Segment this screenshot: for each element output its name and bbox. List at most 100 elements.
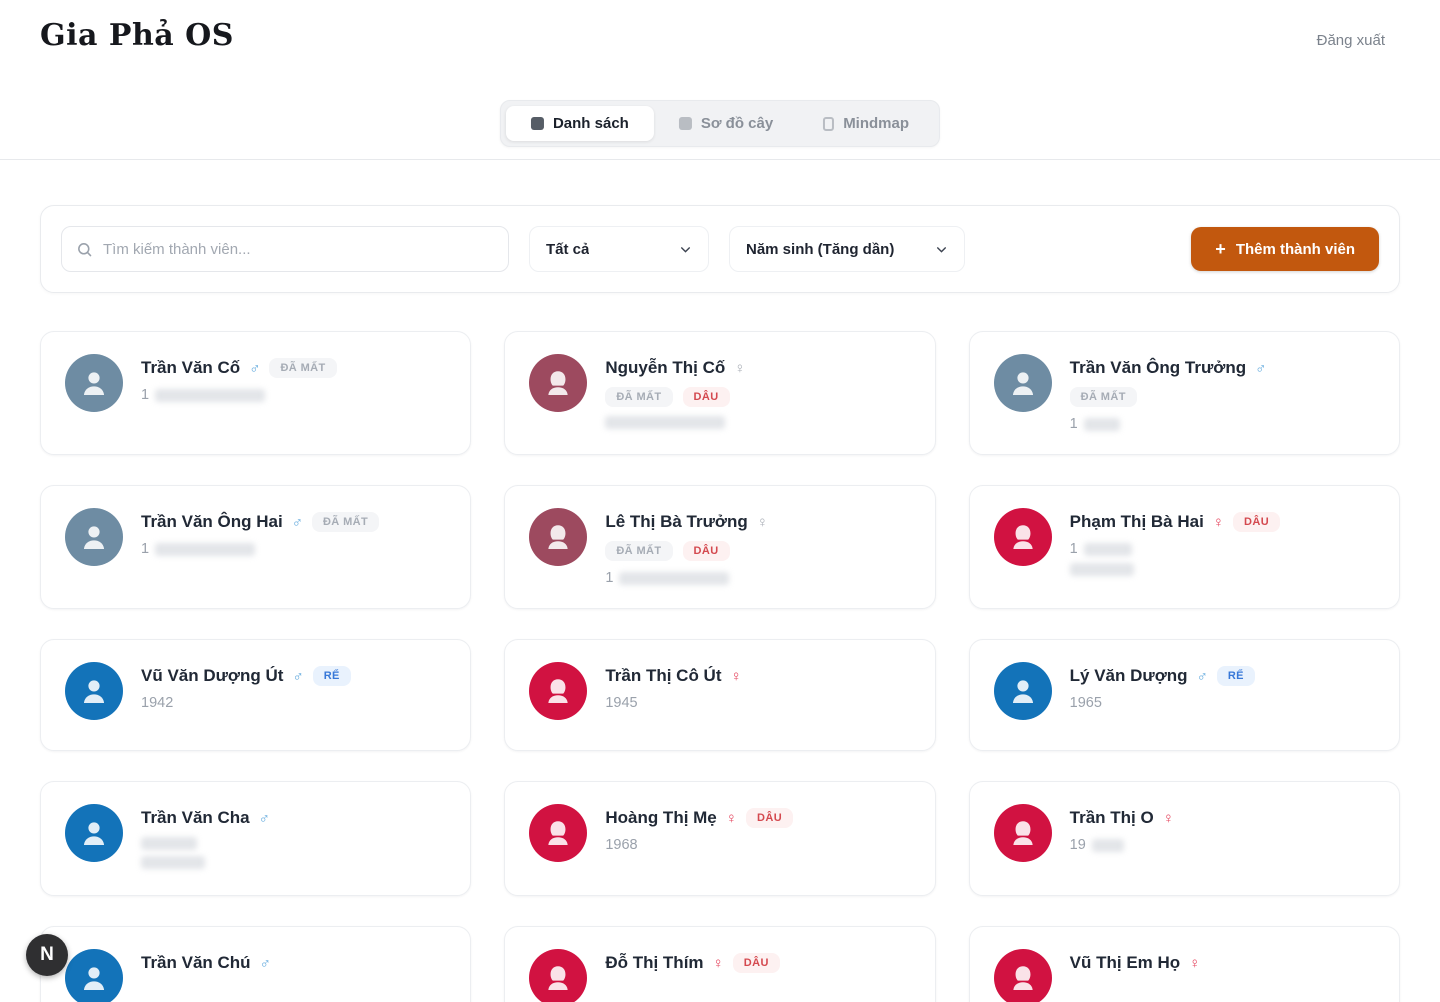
member-name-row: Trần Thị Cô Út ♀ bbox=[605, 666, 910, 686]
member-name-row: Trần Văn Cố ♂ ĐÃ MẤT bbox=[141, 358, 446, 378]
member-name: Lê Thị Bà Trưởng bbox=[605, 512, 747, 532]
member-years bbox=[605, 416, 910, 429]
male-avatar-icon bbox=[1007, 367, 1039, 399]
add-member-label: Thêm thành viên bbox=[1236, 241, 1355, 258]
member-card[interactable]: Hoàng Thị Mẹ ♀ DÂU 1968 bbox=[504, 781, 935, 896]
member-info: Đỗ Thị Thím ♀ DÂU bbox=[605, 949, 910, 1002]
plus-icon: + bbox=[1215, 240, 1226, 258]
member-name: Trần Thị Cô Út bbox=[605, 666, 721, 686]
member-card[interactable]: Lý Văn Dượng ♂ RỂ 1965 bbox=[969, 639, 1400, 751]
status-badge: RỂ bbox=[1217, 666, 1255, 686]
inline-badges: DÂU bbox=[746, 808, 793, 828]
member-card[interactable]: Trần Văn Chú ♂ bbox=[40, 926, 471, 1002]
mindmap-icon bbox=[823, 117, 834, 131]
member-years: 1968 bbox=[605, 837, 910, 853]
floating-badge-n[interactable]: N bbox=[26, 934, 68, 976]
member-info: Trần Văn Ông Hai ♂ ĐÃ MẤT 1 bbox=[141, 508, 446, 586]
gender-icon: ♂ bbox=[260, 956, 271, 971]
gender-icon: ♂ bbox=[259, 811, 270, 826]
member-card[interactable]: Trần Thị O ♀ 19 bbox=[969, 781, 1400, 896]
member-years: 1942 bbox=[141, 695, 446, 711]
status-badge: ĐÃ MẤT bbox=[312, 512, 379, 532]
member-name-row: Đỗ Thị Thím ♀ DÂU bbox=[605, 953, 910, 973]
redacted-year-block bbox=[1084, 418, 1120, 431]
female-avatar-icon bbox=[1007, 521, 1039, 553]
member-years: 1 bbox=[141, 387, 446, 403]
female-avatar-icon bbox=[542, 367, 574, 399]
avatar bbox=[994, 662, 1052, 720]
member-card[interactable]: Trần Văn Ông Trưởng ♂ ĐÃ MẤT 1 bbox=[969, 331, 1400, 455]
member-name-row: Trần Văn Chú ♂ bbox=[141, 953, 446, 973]
status-badge: ĐÃ MẤT bbox=[605, 541, 672, 561]
member-name: Trần Văn Ông Trưởng bbox=[1070, 358, 1246, 378]
status-badges: ĐÃ MẤTDÂU bbox=[605, 387, 910, 407]
tab-mindmap[interactable]: Mindmap bbox=[798, 106, 934, 141]
app-header: Gia Phả OS Đăng xuất Danh sách Sơ đồ cây… bbox=[0, 0, 1440, 160]
status-badge: ĐÃ MẤT bbox=[269, 358, 336, 378]
redacted-year-block bbox=[1092, 839, 1124, 852]
logout-link[interactable]: Đăng xuất bbox=[1317, 32, 1385, 49]
member-card[interactable]: Trần Văn Ông Hai ♂ ĐÃ MẤT 1 bbox=[40, 485, 471, 609]
gender-icon: ♂ bbox=[1255, 361, 1266, 376]
tab-danh-sach[interactable]: Danh sách bbox=[506, 106, 654, 141]
relation-filter-dropdown[interactable]: Tất cả bbox=[529, 226, 709, 272]
search-icon bbox=[76, 241, 93, 258]
member-card[interactable]: Trần Văn Cố ♂ ĐÃ MẤT 1 bbox=[40, 331, 471, 455]
member-card[interactable]: Nguyễn Thị Cố ♀ ĐÃ MẤTDÂU bbox=[504, 331, 935, 455]
inline-badges: ĐÃ MẤT bbox=[269, 358, 336, 378]
member-name-row: Lê Thị Bà Trưởng ♀ bbox=[605, 512, 910, 532]
member-name-row: Trần Văn Ông Trưởng ♂ bbox=[1070, 358, 1375, 378]
add-member-button[interactable]: + Thêm thành viên bbox=[1191, 227, 1379, 271]
member-name-row: Phạm Thị Bà Hai ♀ DÂU bbox=[1070, 512, 1375, 532]
avatar bbox=[65, 949, 123, 1002]
avatar bbox=[529, 949, 587, 1002]
gender-icon: ♀ bbox=[734, 361, 745, 376]
gender-icon: ♀ bbox=[757, 515, 768, 530]
member-info: Vũ Thị Em Họ ♀ bbox=[1070, 949, 1375, 1002]
member-years: 1 bbox=[605, 570, 910, 586]
member-card[interactable]: Phạm Thị Bà Hai ♀ DÂU 1 bbox=[969, 485, 1400, 609]
gender-icon: ♂ bbox=[292, 669, 303, 684]
member-card[interactable]: Vũ Văn Dượng Út ♂ RỂ 1942 bbox=[40, 639, 471, 751]
member-name-row: Vũ Văn Dượng Út ♂ RỂ bbox=[141, 666, 446, 686]
member-info: Trần Văn Chú ♂ bbox=[141, 949, 446, 1002]
gender-icon: ♂ bbox=[249, 361, 260, 376]
status-badge: RỂ bbox=[313, 666, 351, 686]
redacted-year-block bbox=[155, 543, 255, 556]
member-years: 1 bbox=[1070, 416, 1375, 432]
female-avatar-icon bbox=[542, 521, 574, 553]
male-avatar-icon bbox=[78, 367, 110, 399]
sort-filter-dropdown[interactable]: Năm sinh (Tăng dần) bbox=[729, 226, 965, 272]
member-years: 1 bbox=[141, 541, 446, 557]
member-name: Trần Văn Cố bbox=[141, 358, 240, 378]
avatar bbox=[65, 354, 123, 412]
redacted-year-block bbox=[605, 416, 725, 429]
search-input[interactable] bbox=[103, 241, 494, 258]
member-card[interactable]: Đỗ Thị Thím ♀ DÂU bbox=[504, 926, 935, 1002]
member-card[interactable]: Vũ Thị Em Họ ♀ bbox=[969, 926, 1400, 1002]
member-years: 1 bbox=[1070, 541, 1375, 580]
member-name: Hoàng Thị Mẹ bbox=[605, 808, 716, 828]
tab-label: Danh sách bbox=[553, 115, 629, 132]
member-name: Trần Thị O bbox=[1070, 808, 1154, 828]
male-avatar-icon bbox=[78, 962, 110, 994]
member-card[interactable]: Trần Văn Cha ♂ bbox=[40, 781, 471, 896]
tab-so-do-cay[interactable]: Sơ đồ cây bbox=[654, 106, 798, 141]
female-avatar-icon bbox=[542, 962, 574, 994]
tab-label: Sơ đồ cây bbox=[701, 115, 773, 132]
status-badge: ĐÃ MẤT bbox=[605, 387, 672, 407]
male-avatar-icon bbox=[78, 817, 110, 849]
avatar bbox=[529, 804, 587, 862]
member-name: Trần Văn Cha bbox=[141, 808, 250, 828]
member-info: Lý Văn Dượng ♂ RỂ 1965 bbox=[1070, 662, 1375, 728]
member-info: Trần Văn Cố ♂ ĐÃ MẤT 1 bbox=[141, 354, 446, 432]
member-info: Lê Thị Bà Trưởng ♀ ĐÃ MẤTDÂU 1 bbox=[605, 508, 910, 586]
member-card[interactable]: Lê Thị Bà Trưởng ♀ ĐÃ MẤTDÂU 1 bbox=[504, 485, 935, 609]
inline-badges: ĐÃ MẤT bbox=[312, 512, 379, 532]
status-badges: ĐÃ MẤTDÂU bbox=[605, 541, 910, 561]
avatar bbox=[994, 508, 1052, 566]
member-info: Vũ Văn Dượng Út ♂ RỂ 1942 bbox=[141, 662, 446, 728]
member-info: Hoàng Thị Mẹ ♀ DÂU 1968 bbox=[605, 804, 910, 873]
member-card[interactable]: Trần Thị Cô Út ♀ 1945 bbox=[504, 639, 935, 751]
gender-icon: ♂ bbox=[292, 515, 303, 530]
